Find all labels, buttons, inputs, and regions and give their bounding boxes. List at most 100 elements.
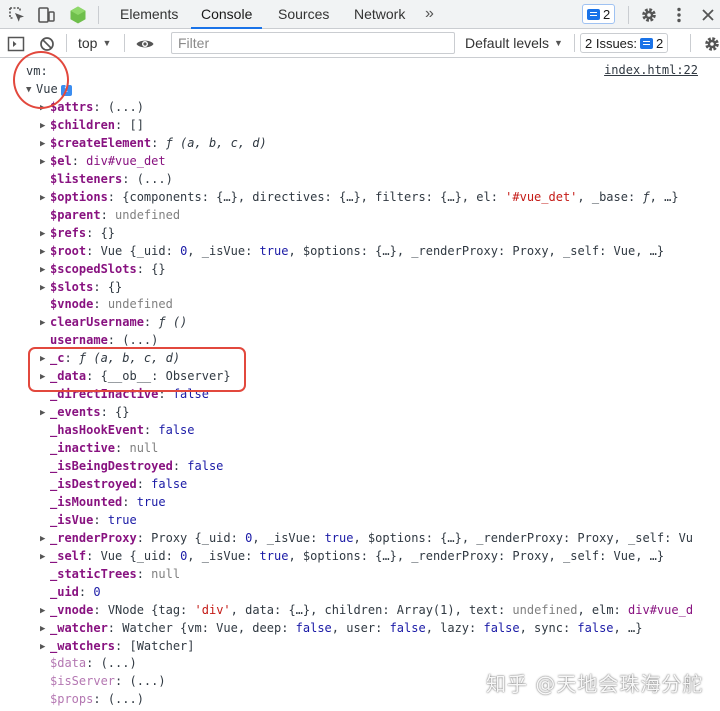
tab-console[interactable]: Console [191, 0, 263, 29]
console-toolbar: top ▼ Filter Default levels ▼ 2 Issues: 2 [0, 29, 720, 58]
property-value: , user: [331, 620, 390, 635]
show-sidebar-icon[interactable] [6, 34, 26, 54]
expand-triangle-icon[interactable]: ▶ [40, 135, 50, 153]
toolbar-separator [574, 34, 575, 52]
property-row[interactable]: ▶ $children: [] [40, 116, 144, 134]
property-value: {} [100, 225, 116, 240]
expand-triangle-icon[interactable]: ▶ [40, 261, 50, 279]
property-value: false [187, 459, 224, 473]
property-value: true [259, 243, 289, 258]
expand-triangle-icon[interactable]: ▶ [40, 243, 50, 261]
tab-elements[interactable]: Elements [110, 0, 188, 29]
property-value: , _isVue: [187, 548, 260, 563]
property-key: $scopedSlots [50, 261, 137, 276]
close-devtools-icon[interactable] [698, 5, 718, 25]
property-key: $refs [50, 225, 87, 240]
property-value: (...) [107, 100, 144, 114]
key-separator: : [122, 494, 137, 509]
property-row[interactable]: ▶ _vnode: VNode {tag: 'div', data: {…}, c… [40, 601, 693, 619]
more-options-icon[interactable] [669, 5, 689, 25]
property-value: 0 [93, 584, 101, 599]
issues-button[interactable]: 2 Issues: 2 [580, 33, 669, 53]
settings-gear-icon[interactable] [639, 5, 659, 25]
expand-triangle-icon[interactable]: ▶ [40, 620, 50, 638]
property-value: VNode {tag: [107, 602, 195, 617]
default-levels-dropdown[interactable]: Default levels ▼ [465, 29, 563, 57]
property-row: _isVue: true [40, 511, 137, 529]
property-row[interactable]: ▶ _self: Vue {_uid: 0, _isVue: true, $opt… [40, 547, 664, 565]
key-separator: : [86, 656, 101, 671]
key-separator: : [100, 405, 116, 420]
key-separator: : [136, 261, 152, 276]
property-value: {} [107, 279, 123, 294]
property-row[interactable]: ▶ _watcher: Watcher {vm: Vue, deep: false… [40, 619, 642, 637]
property-row[interactable]: ▶ $slots: {} [40, 278, 122, 296]
property-key: $el [50, 153, 72, 168]
property-key: $createElement [50, 135, 152, 150]
property-row[interactable]: ▶ $root: Vue {_uid: 0, _isVue: true, $opt… [40, 242, 664, 260]
expand-triangle-icon[interactable]: ▶ [40, 225, 50, 243]
property-value: (...) [107, 692, 144, 707]
context-selector[interactable]: top ▼ [78, 29, 111, 57]
property-value: true [324, 530, 354, 545]
property-value: Watcher {vm: Vue, deep: [122, 620, 296, 635]
tab-sources[interactable]: Sources [268, 0, 339, 29]
vue-devtools-icon[interactable] [68, 5, 88, 25]
property-key: username [50, 333, 108, 348]
property-row[interactable]: ▶ _watchers: [Watcher] [40, 637, 195, 655]
console-settings-gear-icon[interactable] [702, 34, 720, 54]
key-separator: : [93, 602, 108, 617]
property-row[interactable]: ▶ clearUsername: ƒ () [40, 313, 187, 331]
expand-triangle-icon[interactable]: ▶ [40, 117, 50, 135]
issue-message-icon [640, 37, 654, 49]
key-separator: : [86, 243, 101, 258]
property-key: _isMounted [50, 494, 123, 509]
key-separator: : [93, 297, 108, 312]
property-value: , $options: {…}, _renderProxy: Proxy, _s… [353, 530, 694, 545]
source-link[interactable]: index.html:22 [604, 63, 698, 77]
property-row[interactable]: ▶ $refs: {} [40, 224, 115, 242]
issues-count: 2 [656, 35, 664, 51]
property-key: _events [50, 405, 101, 420]
more-tabs-button[interactable]: » [425, 0, 434, 27]
tab-network[interactable]: Network [344, 0, 415, 29]
property-key: $options [50, 189, 108, 204]
expand-triangle-icon[interactable]: ▶ [40, 279, 50, 297]
messages-badge[interactable]: 2 [582, 4, 616, 24]
key-separator: : [78, 584, 94, 599]
inspect-element-icon[interactable] [7, 5, 27, 25]
property-value: , sync: [519, 620, 578, 635]
expand-triangle-icon[interactable]: ▶ [40, 638, 50, 656]
expand-triangle-icon[interactable]: ▶ [40, 189, 50, 207]
device-toolbar-icon[interactable] [36, 5, 56, 25]
expand-triangle-icon[interactable]: ▶ [40, 314, 50, 332]
property-key: $slots [50, 279, 94, 294]
property-key: _watcher [50, 620, 108, 635]
expand-triangle-icon[interactable]: ▶ [40, 602, 50, 620]
live-expression-eye-icon[interactable] [135, 34, 155, 54]
property-row[interactable]: ▶ $scopedSlots: {} [40, 260, 166, 278]
filter-input[interactable]: Filter [171, 32, 455, 54]
property-row[interactable]: ▶ _renderProxy: Proxy {_uid: 0, _isVue: t… [40, 529, 693, 547]
key-separator: : [143, 315, 159, 330]
property-value: 'div' [194, 602, 231, 617]
context-value: top [78, 35, 98, 51]
property-row[interactable]: ▶ _events: {} [40, 403, 129, 421]
property-value: , _isVue: [187, 243, 260, 258]
property-key: $parent [50, 207, 101, 222]
expand-triangle-icon[interactable]: ▶ [40, 548, 50, 566]
property-row[interactable]: ▶ $options: {components: {…}, directives:… [40, 188, 679, 206]
key-separator: : [93, 692, 108, 707]
property-value: null [151, 566, 181, 581]
property-row[interactable]: ▶ $el: div#vue_det [40, 152, 166, 170]
expand-triangle-icon[interactable]: ▶ [40, 530, 50, 548]
toolbar-separator [66, 34, 67, 52]
property-row[interactable]: ▶ $createElement: ƒ (a, b, c, d) [40, 134, 267, 152]
property-key: _watchers [50, 638, 116, 653]
property-key: _isVue [50, 512, 94, 527]
expand-triangle-icon[interactable]: ▶ [40, 153, 50, 171]
property-value: null [129, 441, 159, 456]
key-separator: : [115, 117, 130, 132]
expand-triangle-icon[interactable]: ▶ [40, 404, 50, 422]
property-key: clearUsername [50, 315, 144, 330]
